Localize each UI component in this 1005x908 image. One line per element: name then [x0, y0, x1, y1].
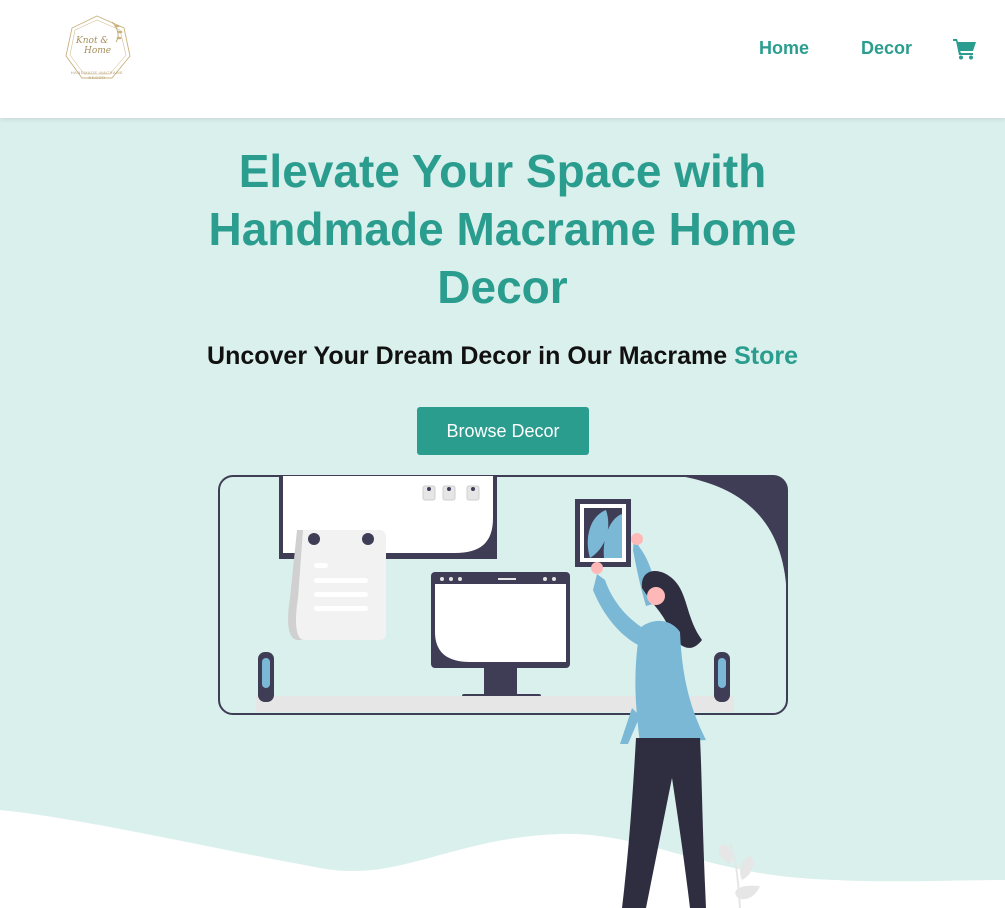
site-header: Knot & Home HANDMADE MACRAME DECOR Home … — [0, 0, 1005, 118]
hero-illustration — [218, 475, 788, 908]
nav-link-decor[interactable]: Decor — [861, 38, 912, 59]
logo-tagline: HANDMADE MACRAME DECOR — [70, 70, 124, 80]
hero-section: Elevate Your Space with Handmade Macrame… — [0, 118, 1005, 908]
logo-wordmark-line2: Home — [84, 46, 112, 56]
brand-logo[interactable]: Knot & Home HANDMADE MACRAME DECOR — [60, 12, 134, 86]
shopping-cart-icon[interactable] — [953, 38, 977, 60]
nav-link-home[interactable]: Home — [759, 38, 809, 59]
logo-wordmark-line1: Knot & — [76, 36, 109, 46]
